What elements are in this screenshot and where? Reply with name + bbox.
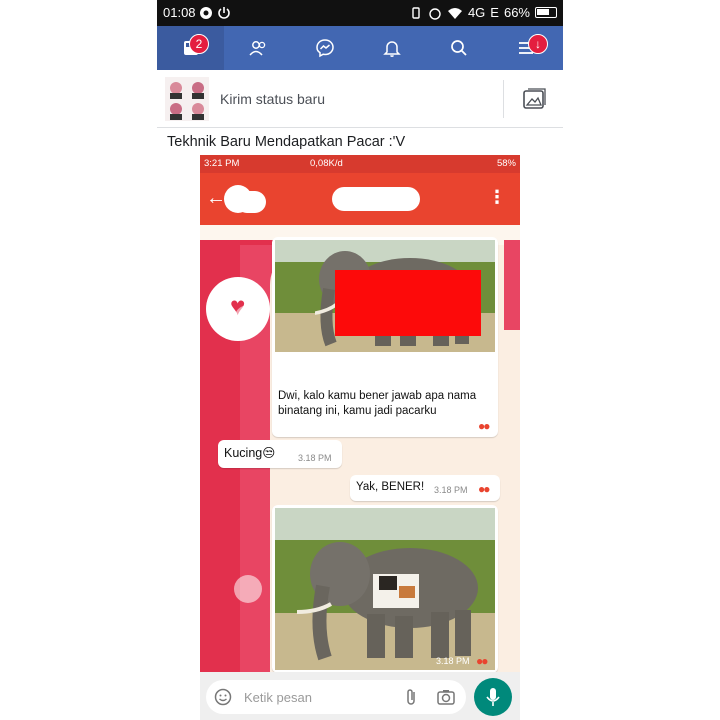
post-image[interactable]: 3:21 PM 0,08K/d 58% ← ⋮ ♥ Dwi, kalo kamu…	[200, 155, 520, 720]
friends-icon	[248, 41, 265, 56]
wallpaper-pink-right	[504, 240, 520, 330]
nav-messenger[interactable]	[291, 26, 358, 70]
message-text: Yak, BENER!	[356, 481, 425, 493]
chrome-icon	[200, 7, 212, 19]
power-icon	[218, 7, 230, 19]
embedded-status-battery: 58%	[496, 158, 516, 169]
chat-header: ← ⋮	[200, 173, 520, 225]
contact-avatar-cloud	[236, 191, 266, 213]
message-text: Kucing😒	[224, 446, 276, 460]
status-time: 01:08	[163, 5, 196, 20]
vibrate-icon	[412, 6, 420, 19]
attach-icon[interactable]	[404, 688, 420, 706]
news-feed-badge: 2	[189, 34, 209, 54]
wifi-icon	[447, 7, 462, 19]
divider	[503, 80, 504, 118]
avatar[interactable]	[165, 77, 209, 121]
nav-news-feed[interactable]: 2	[157, 26, 224, 70]
messenger-icon	[315, 39, 334, 58]
menu-badge: ↓	[528, 34, 548, 54]
forward-icon	[234, 575, 262, 603]
mic-icon	[486, 688, 500, 706]
nav-friends[interactable]	[224, 26, 291, 70]
message-text: Dwi, kalo kamu bener jawab apa nama bina…	[278, 390, 477, 417]
mic-button[interactable]	[474, 678, 512, 716]
battery-percent: 66%	[503, 5, 530, 20]
notifications-bell-icon	[382, 41, 401, 57]
search-icon	[450, 40, 467, 56]
status-bar: 01:08 4G E 66%	[157, 0, 563, 26]
more-vertical-icon: ⋮	[488, 187, 506, 207]
forward-icon	[234, 305, 262, 333]
read-receipt-icon: ●●	[478, 482, 490, 496]
elephant-cat-photo	[275, 508, 495, 670]
contact-name-redacted	[332, 187, 420, 211]
nav-search[interactable]	[425, 26, 492, 70]
nav-notifications[interactable]	[358, 26, 425, 70]
red-censor-box	[335, 270, 481, 336]
phone-screen: 01:08 4G E 66% 2 ↓ Kirim status baru Tek…	[157, 0, 563, 720]
message-time: 3.18 PM	[436, 656, 470, 666]
elephant-photo	[275, 240, 495, 352]
network-type: 4G	[467, 5, 486, 20]
status-composer: Kirim status baru	[157, 70, 563, 128]
chat-message-photo[interactable]: Dwi, kalo kamu bener jawab apa nama bina…	[234, 237, 498, 437]
emoji-icon[interactable]	[214, 688, 232, 706]
alarm-icon	[429, 7, 441, 20]
battery-icon	[535, 7, 557, 18]
embedded-status-bar: 3:21 PM 0,08K/d 58%	[200, 155, 520, 173]
read-receipt-icon: ●●	[478, 419, 490, 433]
facebook-nav-bar: 2 ↓	[157, 26, 563, 70]
post-caption: Tekhnik Baru Mendapatkan Pacar :'V	[167, 134, 406, 150]
elephant-image	[296, 542, 478, 661]
read-receipt-icon: ●●	[476, 654, 488, 668]
chat-message-photo[interactable]: 3.18 PM ●●	[234, 505, 498, 673]
photo-icon[interactable]	[521, 86, 547, 112]
status-right: 4G E 66%	[409, 5, 557, 20]
camera-icon[interactable]	[436, 688, 456, 706]
message-input-bar: Ketik pesan	[200, 672, 520, 720]
embedded-status-time: 3:21 PM	[204, 158, 240, 169]
profile-photo-collage	[165, 77, 209, 121]
message-time: 3.18 PM	[298, 453, 332, 463]
nav-menu[interactable]: ↓	[492, 26, 559, 70]
message-placeholder: Ketik pesan	[244, 690, 312, 705]
chat-message-in[interactable]: Kucing😒 3.18 PM	[218, 440, 342, 468]
message-time: 3.18 PM	[434, 485, 468, 495]
chat-message-out[interactable]: Yak, BENER! 3.18 PM ●●	[350, 475, 500, 501]
embedded-status-speed: 0,08K/d	[310, 158, 343, 169]
network-type-2: E	[490, 5, 499, 20]
back-arrow-icon: ←	[206, 187, 226, 209]
status-input[interactable]: Kirim status baru	[220, 91, 325, 107]
